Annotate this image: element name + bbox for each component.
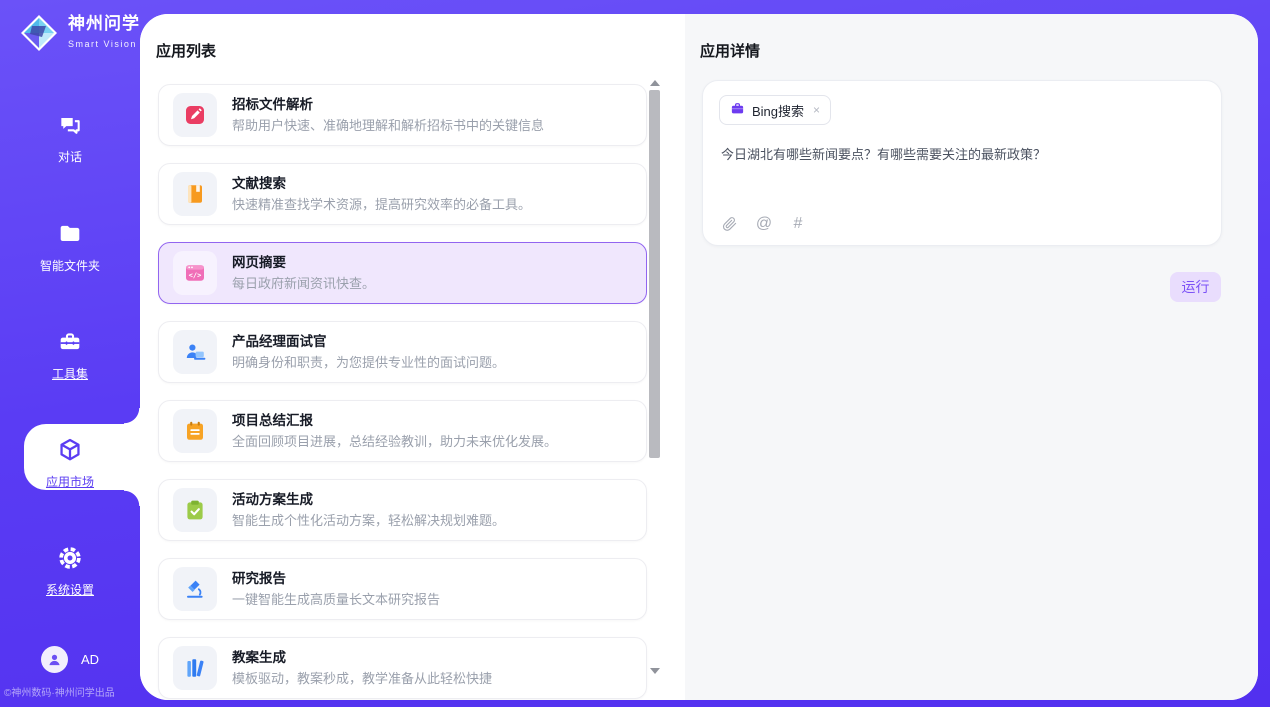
web-summary-icon: </> [173, 251, 217, 295]
scrollbar-thumb[interactable] [649, 90, 660, 458]
sidebar-item-3[interactable]: 应用市场 [0, 437, 140, 490]
sidebar-item-label: 工具集 [0, 365, 140, 382]
app-detail-panel: 应用详情 Bing搜索 × 今日湖北有哪些新闻要点？有哪些需要关注的最新政策？ … [685, 14, 1258, 700]
avatar[interactable] [41, 646, 68, 673]
tender-doc-icon [173, 93, 217, 137]
app-card-name: 网页摘要 [232, 254, 375, 272]
sidebar-item-2[interactable]: 工具集 [0, 329, 140, 382]
sidebar: 神州问学 Smart Vision 对话 智能文件夹 工具集 应用市场 系统设置… [0, 0, 140, 707]
app-card[interactable]: 招标文件解析 帮助用户快速、准确地理解和解析招标书中的关键信息 [158, 84, 647, 146]
app-card-desc: 每日政府新闻资讯快查。 [232, 275, 375, 293]
app-card[interactable]: 项目总结汇报 全面回顾项目进展，总结经验教训，助力未来优化发展。 [158, 400, 647, 462]
folder-icon [57, 221, 83, 247]
app-card-desc: 全面回顾项目进展，总结经验教训，助力未来优化发展。 [232, 433, 557, 451]
sidebar-item-label: 应用市场 [0, 473, 140, 490]
brand-subtitle: Smart Vision [68, 39, 137, 49]
sidebar-item-label: 智能文件夹 [0, 257, 140, 274]
scrollbar[interactable] [649, 74, 661, 680]
scroll-down-icon[interactable] [650, 668, 660, 674]
content-shell: 应用列表 招标文件解析 帮助用户快速、准确地理解和解析招标书中的关键信息 文献搜… [140, 14, 1258, 700]
run-button[interactable]: 运行 [1170, 272, 1221, 302]
app-card-desc: 一键智能生成高质量长文本研究报告 [232, 591, 440, 609]
app-card-name: 产品经理面试官 [232, 333, 505, 351]
composer-icon-row: @# [721, 215, 807, 233]
lesson-plan-icon [173, 646, 217, 690]
app-card[interactable]: </> 网页摘要 每日政府新闻资讯快查。 [158, 242, 647, 304]
sidebar-item-4[interactable]: 系统设置 [0, 545, 140, 598]
pill-curve-top [124, 408, 140, 424]
app-detail-title: 应用详情 [700, 40, 760, 61]
book-icon [173, 172, 217, 216]
app-card-name: 招标文件解析 [232, 96, 544, 114]
query-text-input[interactable]: 今日湖北有哪些新闻要点？有哪些需要关注的最新政策？ [721, 145, 1201, 164]
app-card[interactable]: 文献搜索 快速精准查找学术资源，提高研究效率的必备工具。 [158, 163, 647, 225]
user-row[interactable]: AD [0, 646, 140, 673]
app-card[interactable]: 教案生成 模板驱动，教案秒成，教学准备从此轻松快捷 [158, 637, 647, 699]
prompt-input-card[interactable]: Bing搜索 × 今日湖北有哪些新闻要点？有哪些需要关注的最新政策？ @# [702, 80, 1222, 246]
app-card-desc: 明确身份和职责，为您提供专业性的面试问题。 [232, 354, 505, 372]
app-card-name: 项目总结汇报 [232, 412, 557, 430]
brand-name: 神州问学 [68, 14, 140, 34]
gem-logo-icon [18, 12, 60, 54]
scroll-up-icon[interactable] [650, 80, 660, 86]
app-card[interactable]: 产品经理面试官 明确身份和职责，为您提供专业性的面试问题。 [158, 321, 647, 383]
briefcase-icon [730, 101, 745, 119]
svg-text:</>: </> [189, 271, 202, 279]
interviewer-icon [173, 330, 217, 374]
app-card-desc: 帮助用户快速、准确地理解和解析招标书中的关键信息 [232, 117, 544, 135]
sidebar-item-label: 对话 [0, 148, 140, 165]
gear-icon [57, 545, 83, 571]
sidebar-item-0[interactable]: 对话 [0, 112, 140, 165]
brand-logo: 神州问学 Smart Vision [18, 12, 140, 54]
app-card-desc: 快速精准查找学术资源，提高研究效率的必备工具。 [232, 196, 531, 214]
research-report-icon [173, 567, 217, 611]
app-card[interactable]: 研究报告 一键智能生成高质量长文本研究报告 [158, 558, 647, 620]
app-card[interactable]: 活动方案生成 智能生成个性化活动方案，轻松解决规划难题。 [158, 479, 647, 541]
tool-tag-label: Bing搜索 [752, 101, 804, 120]
app-list-panel: 应用列表 招标文件解析 帮助用户快速、准确地理解和解析招标书中的关键信息 文献搜… [140, 14, 685, 700]
app-list-title: 应用列表 [156, 40, 216, 61]
chat-icon [57, 112, 83, 138]
sidebar-item-label: 系统设置 [0, 581, 140, 598]
sidebar-footer: ©神州数码·神州问学出品 [4, 684, 115, 699]
sidebar-item-1[interactable]: 智能文件夹 [0, 221, 140, 274]
tag-close-icon[interactable]: × [813, 103, 820, 117]
app-card-list: 招标文件解析 帮助用户快速、准确地理解和解析招标书中的关键信息 文献搜索 快速精… [158, 84, 647, 700]
app-card-desc: 模板驱动，教案秒成，教学准备从此轻松快捷 [232, 670, 492, 688]
toolbox-icon [57, 329, 83, 355]
app-card-name: 教案生成 [232, 649, 492, 667]
tool-tag-bing-search[interactable]: Bing搜索 × [719, 95, 831, 125]
app-card-name: 活动方案生成 [232, 491, 505, 509]
app-card-name: 研究报告 [232, 570, 440, 588]
mention-icon[interactable]: @ [755, 215, 773, 233]
user-initials: AD [81, 652, 99, 667]
app-card-name: 文献搜索 [232, 175, 531, 193]
pill-curve-bottom [124, 490, 140, 506]
paperclip-icon[interactable] [721, 215, 739, 233]
project-report-icon [173, 409, 217, 453]
event-plan-icon [173, 488, 217, 532]
cube-icon [57, 437, 83, 463]
hashtag-icon[interactable]: # [789, 215, 807, 233]
app-card-desc: 智能生成个性化活动方案，轻松解决规划难题。 [232, 512, 505, 530]
